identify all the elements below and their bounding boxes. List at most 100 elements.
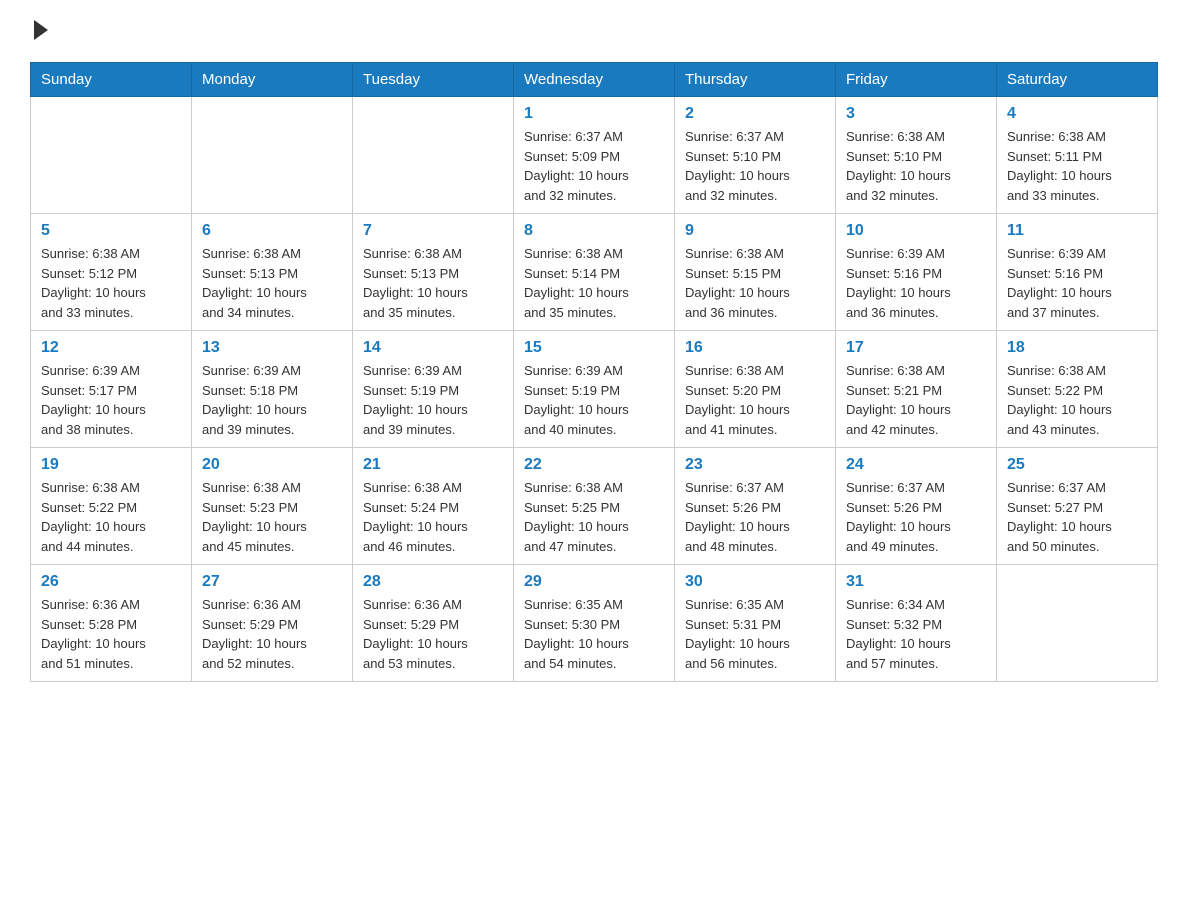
day-number: 4 [1007,105,1147,123]
day-number: 28 [363,573,503,591]
calendar-cell [353,97,514,214]
calendar-cell: 16Sunrise: 6:38 AM Sunset: 5:20 PM Dayli… [675,331,836,448]
day-number: 31 [846,573,986,591]
day-info: Sunrise: 6:38 AM Sunset: 5:24 PM Dayligh… [363,478,503,556]
day-number: 7 [363,222,503,240]
calendar-cell: 17Sunrise: 6:38 AM Sunset: 5:21 PM Dayli… [836,331,997,448]
day-info: Sunrise: 6:38 AM Sunset: 5:12 PM Dayligh… [41,244,181,322]
day-number: 14 [363,339,503,357]
logo [30,20,48,42]
calendar-day-header: Monday [192,63,353,97]
day-info: Sunrise: 6:39 AM Sunset: 5:17 PM Dayligh… [41,361,181,439]
day-info: Sunrise: 6:38 AM Sunset: 5:11 PM Dayligh… [1007,127,1147,205]
calendar-cell: 26 Sunrise: 6:36 AM Sunset: 5:28 PM Dayli… [31,565,192,682]
calendar-cell: 9Sunrise: 6:38 AM Sunset: 5:15 PM Daylig… [675,214,836,331]
day-info: Sunrise: 6:37 AM Sunset: 5:09 PM Dayligh… [524,127,664,205]
day-number: 29 [524,573,664,591]
calendar-cell: 7 Sunrise: 6:38 AM Sunset: 5:13 PM Daylig… [353,214,514,331]
day-info: Sunrise: 6:37 AM Sunset: 5:26 PM Dayligh… [685,478,825,556]
day-info: Sunrise: 6:38 AM Sunset: 5:10 PM Dayligh… [846,127,986,205]
calendar-header-row: SundayMondayTuesdayWednesdayThursdayFrid… [31,63,1158,97]
calendar-cell: 30 Sunrise: 6:35 AM Sunset: 5:31 PM Dayli… [675,565,836,682]
calendar-week-row: 12 Sunrise: 6:39 AM Sunset: 5:17 PM Dayli… [31,331,1158,448]
day-number: 22 [524,456,664,474]
calendar-week-row: 5Sunrise: 6:38 AM Sunset: 5:12 PM Daylig… [31,214,1158,331]
day-info: Sunrise: 6:39 AM Sunset: 5:19 PM Dayligh… [524,361,664,439]
calendar-cell [997,565,1158,682]
calendar-cell: 27 Sunrise: 6:36 AM Sunset: 5:29 PM Dayli… [192,565,353,682]
day-info: Sunrise: 6:38 AM Sunset: 5:22 PM Dayligh… [1007,361,1147,439]
day-number: 26 [41,573,181,591]
day-number: 23 [685,456,825,474]
calendar-cell: 5Sunrise: 6:38 AM Sunset: 5:12 PM Daylig… [31,214,192,331]
calendar-week-row: 1 Sunrise: 6:37 AM Sunset: 5:09 PM Daylig… [31,97,1158,214]
day-number: 18 [1007,339,1147,357]
day-info: Sunrise: 6:38 AM Sunset: 5:13 PM Dayligh… [363,244,503,322]
day-number: 19 [41,456,181,474]
day-number: 12 [41,339,181,357]
day-number: 20 [202,456,342,474]
day-info: Sunrise: 6:35 AM Sunset: 5:31 PM Dayligh… [685,595,825,673]
calendar-cell: 8 Sunrise: 6:38 AM Sunset: 5:14 PM Daylig… [514,214,675,331]
calendar-cell: 23 Sunrise: 6:37 AM Sunset: 5:26 PM Dayli… [675,448,836,565]
calendar-cell: 3 Sunrise: 6:38 AM Sunset: 5:10 PM Daylig… [836,97,997,214]
day-number: 15 [524,339,664,357]
calendar-day-header: Thursday [675,63,836,97]
calendar-cell: 15 Sunrise: 6:39 AM Sunset: 5:19 PM Dayli… [514,331,675,448]
day-info: Sunrise: 6:38 AM Sunset: 5:13 PM Dayligh… [202,244,342,322]
day-number: 25 [1007,456,1147,474]
calendar-day-header: Saturday [997,63,1158,97]
day-number: 8 [524,222,664,240]
calendar-cell: 14 Sunrise: 6:39 AM Sunset: 5:19 PM Dayli… [353,331,514,448]
calendar-cell: 18 Sunrise: 6:38 AM Sunset: 5:22 PM Dayli… [997,331,1158,448]
day-info: Sunrise: 6:38 AM Sunset: 5:20 PM Dayligh… [685,361,825,439]
day-number: 6 [202,222,342,240]
calendar-day-header: Tuesday [353,63,514,97]
calendar-cell: 29 Sunrise: 6:35 AM Sunset: 5:30 PM Dayli… [514,565,675,682]
calendar-cell: 2 Sunrise: 6:37 AM Sunset: 5:10 PM Daylig… [675,97,836,214]
calendar-cell [192,97,353,214]
day-info: Sunrise: 6:35 AM Sunset: 5:30 PM Dayligh… [524,595,664,673]
calendar-cell: 4 Sunrise: 6:38 AM Sunset: 5:11 PM Daylig… [997,97,1158,214]
day-info: Sunrise: 6:39 AM Sunset: 5:18 PM Dayligh… [202,361,342,439]
calendar-table: SundayMondayTuesdayWednesdayThursdayFrid… [30,62,1158,682]
day-info: Sunrise: 6:36 AM Sunset: 5:29 PM Dayligh… [363,595,503,673]
calendar-cell: 31 Sunrise: 6:34 AM Sunset: 5:32 PM Dayli… [836,565,997,682]
calendar-cell: 28 Sunrise: 6:36 AM Sunset: 5:29 PM Dayli… [353,565,514,682]
day-info: Sunrise: 6:36 AM Sunset: 5:28 PM Dayligh… [41,595,181,673]
calendar-cell: 19 Sunrise: 6:38 AM Sunset: 5:22 PM Dayli… [31,448,192,565]
day-info: Sunrise: 6:39 AM Sunset: 5:19 PM Dayligh… [363,361,503,439]
day-number: 13 [202,339,342,357]
day-info: Sunrise: 6:37 AM Sunset: 5:26 PM Dayligh… [846,478,986,556]
day-info: Sunrise: 6:39 AM Sunset: 5:16 PM Dayligh… [846,244,986,322]
day-number: 30 [685,573,825,591]
day-number: 21 [363,456,503,474]
calendar-cell: 13 Sunrise: 6:39 AM Sunset: 5:18 PM Dayli… [192,331,353,448]
day-info: Sunrise: 6:38 AM Sunset: 5:14 PM Dayligh… [524,244,664,322]
day-info: Sunrise: 6:34 AM Sunset: 5:32 PM Dayligh… [846,595,986,673]
day-info: Sunrise: 6:38 AM Sunset: 5:15 PM Dayligh… [685,244,825,322]
calendar-day-header: Wednesday [514,63,675,97]
calendar-day-header: Friday [836,63,997,97]
day-number: 10 [846,222,986,240]
calendar-cell: 21 Sunrise: 6:38 AM Sunset: 5:24 PM Dayli… [353,448,514,565]
day-number: 11 [1007,222,1147,240]
calendar-week-row: 26 Sunrise: 6:36 AM Sunset: 5:28 PM Dayli… [31,565,1158,682]
calendar-cell: 20Sunrise: 6:38 AM Sunset: 5:23 PM Dayli… [192,448,353,565]
day-info: Sunrise: 6:38 AM Sunset: 5:25 PM Dayligh… [524,478,664,556]
day-number: 17 [846,339,986,357]
day-info: Sunrise: 6:38 AM Sunset: 5:22 PM Dayligh… [41,478,181,556]
day-info: Sunrise: 6:37 AM Sunset: 5:10 PM Dayligh… [685,127,825,205]
page-header [30,20,1158,42]
calendar-cell: 12 Sunrise: 6:39 AM Sunset: 5:17 PM Dayli… [31,331,192,448]
day-number: 27 [202,573,342,591]
calendar-cell [31,97,192,214]
day-info: Sunrise: 6:36 AM Sunset: 5:29 PM Dayligh… [202,595,342,673]
day-number: 3 [846,105,986,123]
calendar-cell: 1 Sunrise: 6:37 AM Sunset: 5:09 PM Daylig… [514,97,675,214]
calendar-cell: 11 Sunrise: 6:39 AM Sunset: 5:16 PM Dayli… [997,214,1158,331]
calendar-day-header: Sunday [31,63,192,97]
day-number: 1 [524,105,664,123]
day-info: Sunrise: 6:39 AM Sunset: 5:16 PM Dayligh… [1007,244,1147,322]
day-number: 2 [685,105,825,123]
